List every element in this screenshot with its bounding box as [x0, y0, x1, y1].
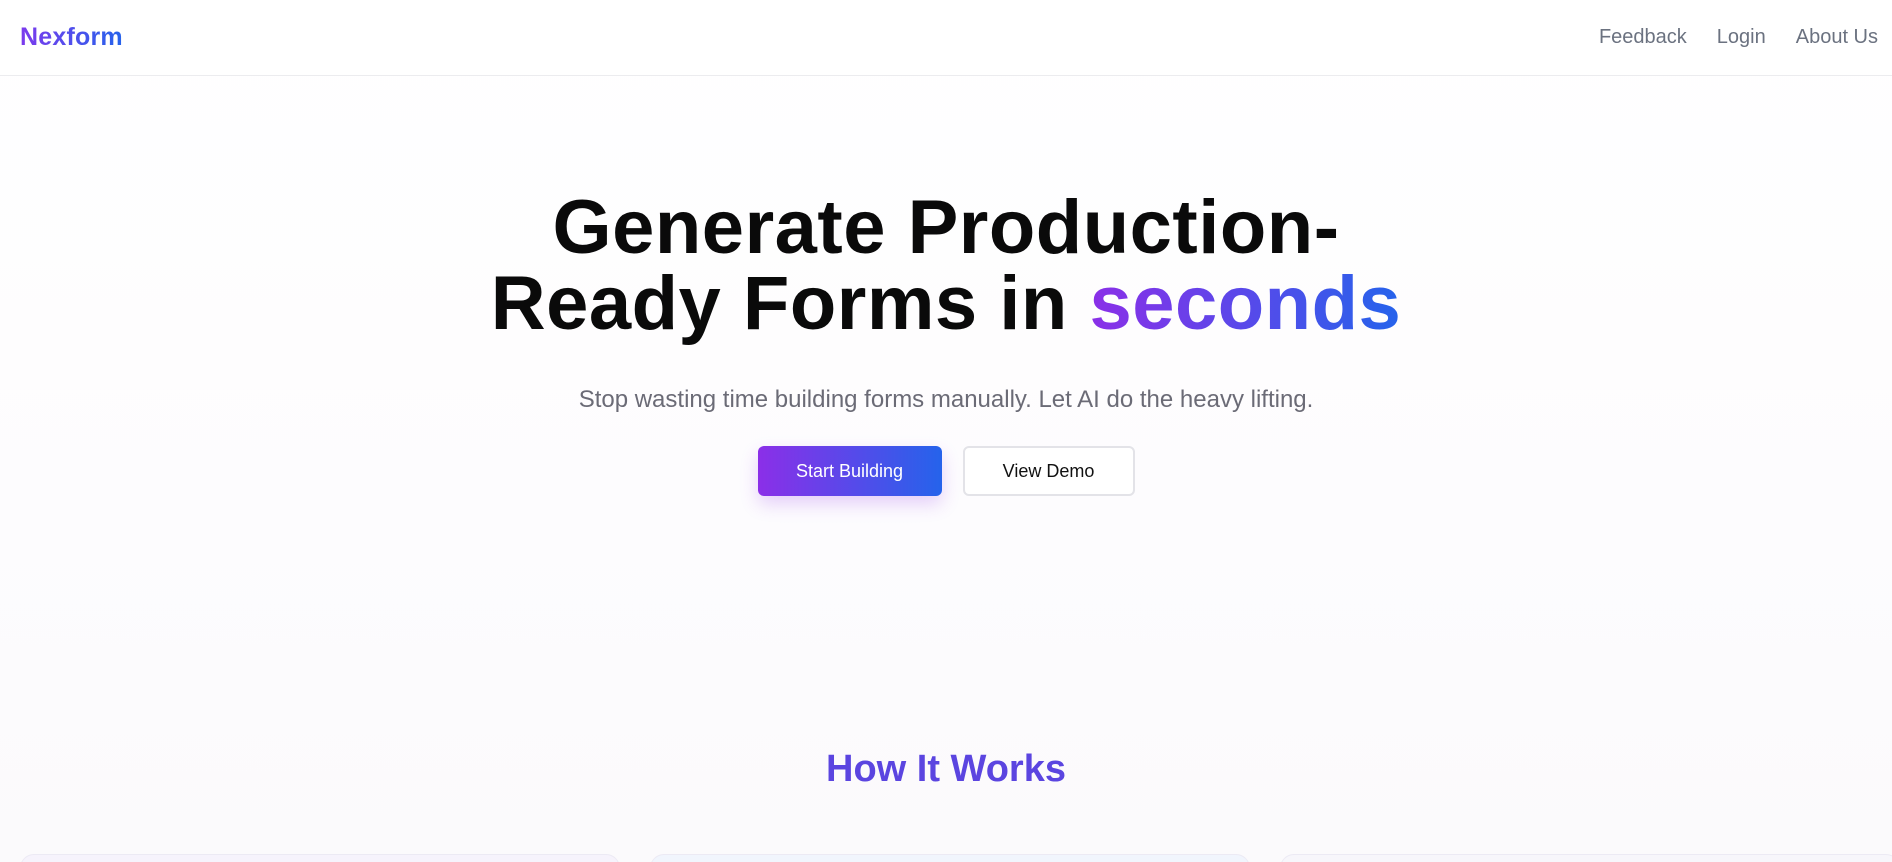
- hero-buttons: Start Building View Demo: [0, 446, 1892, 496]
- step-card: [650, 854, 1250, 862]
- hero-title-line1: Generate Production-: [552, 185, 1340, 270]
- hero-section: Generate Production- Ready Forms in seco…: [0, 190, 1892, 496]
- nav-link-login[interactable]: Login: [1717, 26, 1766, 49]
- how-it-works-title: How It Works: [826, 748, 1066, 790]
- hero-title-accent: seconds: [1089, 261, 1402, 346]
- hero-title-line2: Ready Forms in: [490, 261, 1090, 346]
- nav-link-feedback[interactable]: Feedback: [1599, 26, 1687, 49]
- hero-subtitle: Stop wasting time building forms manuall…: [578, 386, 1314, 413]
- page: Nexform Feedback Login About Us Generate…: [0, 0, 1892, 862]
- brand-logo[interactable]: Nexform: [20, 23, 123, 52]
- view-demo-button[interactable]: View Demo: [962, 446, 1135, 496]
- step-card: [20, 854, 620, 862]
- nav-links: Feedback Login About Us: [1599, 26, 1878, 49]
- how-it-works-cards: [20, 854, 1892, 862]
- step-card: [1280, 854, 1892, 862]
- top-navbar: Nexform Feedback Login About Us: [0, 0, 1892, 76]
- nav-link-about-us[interactable]: About Us: [1796, 26, 1878, 49]
- hero-title: Generate Production- Ready Forms in seco…: [0, 190, 1892, 342]
- start-building-button[interactable]: Start Building: [757, 446, 942, 496]
